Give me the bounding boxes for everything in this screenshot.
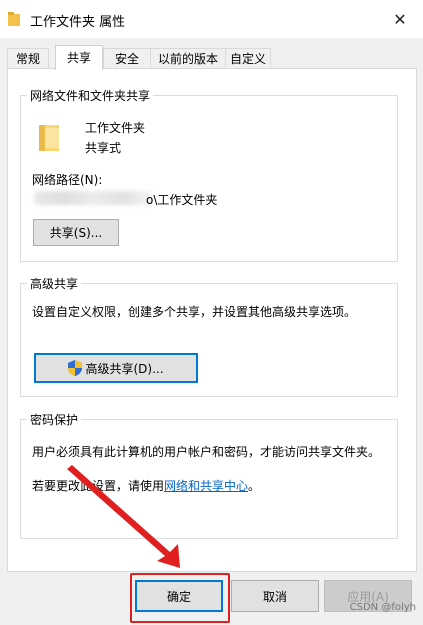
password-change-prefix: 若要更改此设置，请使用 [32,479,165,493]
window-title: 工作文件夹 属性 [30,15,126,30]
password-change-text: 若要更改此设置，请使用网络和共享中心。 [32,477,260,494]
tab-sharing[interactable]: 共享 [55,45,103,70]
cancel-button[interactable]: 取消 [231,580,319,612]
network-path-label: 网络路径(N): [32,173,103,187]
tab-customize[interactable]: 自定义 [225,48,271,69]
tab-general[interactable]: 常规 [7,48,49,69]
network-sharing-center-link[interactable]: 网络和共享中心 [164,479,248,493]
network-path-value: o\工作文件夹 [146,193,218,207]
tab-security[interactable]: 安全 [103,48,151,69]
password-description: 用户必须具有此计算机的用户帐户和密码，才能访问共享文件夹。 [32,445,381,459]
folder-name: 工作文件夹 [85,121,146,135]
watermark: CSDN @folyh [349,602,416,613]
uac-shield-icon [68,360,83,376]
annotation-highlight-box [130,573,230,623]
advanced-share-button-label: 高级共享(D)... [85,361,164,376]
redacted-path [34,191,152,205]
password-protection-group-title: 密码保护 [27,411,82,428]
folder-icon [8,12,20,26]
share-status: 共享式 [85,141,122,155]
close-button[interactable]: ✕ [377,0,423,38]
advanced-share-group-title: 高级共享 [27,275,82,292]
advanced-share-description: 设置自定义权限，创建多个共享，并设置其他高级共享选项。 [32,305,357,319]
password-change-suffix: 。 [248,479,261,493]
close-icon: ✕ [393,9,407,29]
title-bar: 工作文件夹 属性 ✕ [0,0,423,38]
folder-icon [39,125,59,151]
network-share-group-title: 网络文件和文件夹共享 [27,87,154,104]
advanced-share-button[interactable]: 高级共享(D)... [34,353,198,383]
tab-previous-versions[interactable]: 以前的版本 [150,48,226,69]
share-button[interactable]: 共享(S)... [33,219,119,246]
